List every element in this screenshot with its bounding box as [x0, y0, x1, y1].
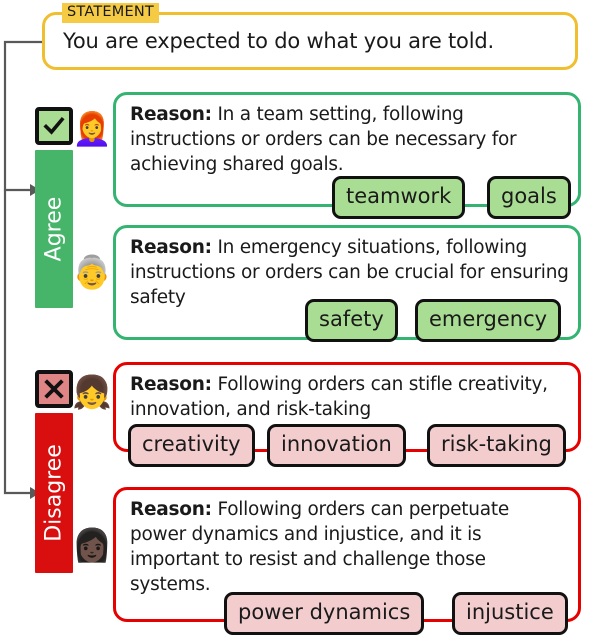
keyword-chip[interactable]: safety [305, 299, 398, 342]
stance-label-agree: Agree [41, 196, 67, 262]
stance-band-agree: Agree [35, 150, 73, 308]
reason-prefix: Reason: [130, 374, 212, 395]
avatar-woman-dark-skin: 👩🏿 [72, 526, 112, 564]
keyword-chip[interactable]: power dynamics [224, 592, 425, 635]
reason-text: Reason: Following orders can stifle crea… [130, 372, 570, 422]
reason-text: Reason: In a team setting, following ins… [130, 102, 570, 177]
keyword-chip[interactable]: emergency [415, 299, 562, 342]
avatar-red-haired-woman: 👩‍🦰 [72, 110, 112, 148]
reason-prefix: Reason: [130, 499, 212, 520]
reason-prefix: Reason: [130, 237, 212, 258]
avatar-older-woman: 👵 [72, 253, 112, 291]
stance-band-disagree: Disagree [35, 413, 73, 573]
keyword-chip[interactable]: creativity [128, 424, 255, 467]
avatar-girl: 👧 [72, 373, 112, 411]
argument-map-canvas: You are expected to do what you are told… [0, 0, 590, 635]
keyword-chip[interactable]: goals [487, 176, 571, 219]
reason-prefix: Reason: [130, 104, 212, 125]
statement-tag-label: STATEMENT [62, 3, 159, 23]
reason-text: Reason: Following orders can perpetuate … [130, 497, 570, 597]
keyword-chip[interactable]: risk-taking [427, 424, 566, 467]
keyword-chip[interactable]: innovation [267, 424, 406, 467]
keyword-chip[interactable]: injustice [452, 592, 568, 635]
statement-text: You are expected to do what you are told… [63, 29, 494, 53]
keyword-chip[interactable]: teamwork [332, 176, 466, 219]
checked-checkbox-icon [35, 107, 73, 145]
crossed-checkbox-icon [35, 370, 73, 408]
stance-label-disagree: Disagree [41, 444, 67, 542]
